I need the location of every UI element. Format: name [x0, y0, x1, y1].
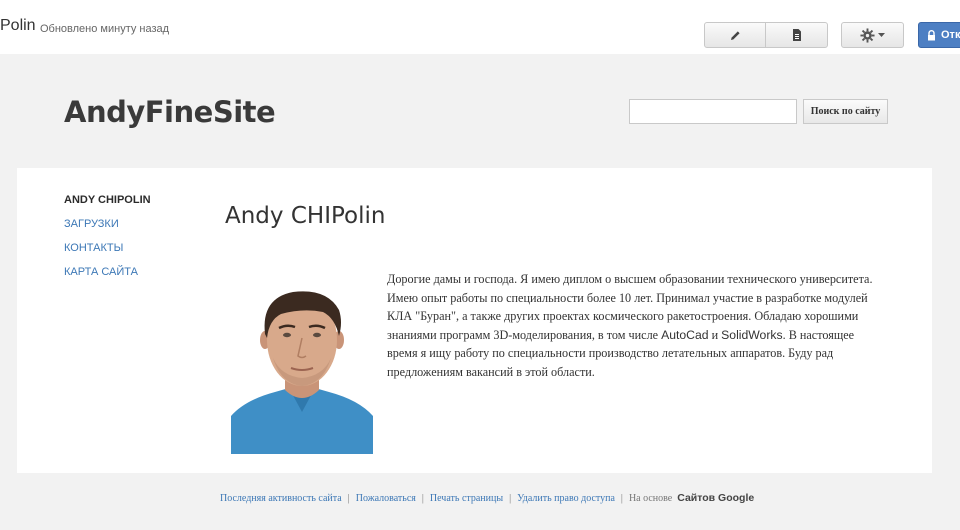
footer-google-sites-link[interactable]: Сайтов Google — [677, 492, 754, 504]
bio-conjunction: и — [708, 327, 722, 342]
site-name[interactable]: Polin — [0, 17, 36, 35]
chevron-down-icon — [878, 32, 885, 37]
pencil-icon — [730, 30, 740, 40]
share-button-label: Откр — [941, 29, 960, 41]
settings-button[interactable] — [841, 22, 904, 48]
new-page-button[interactable] — [765, 22, 828, 48]
footer-link-report-abuse[interactable]: Пожаловаться — [356, 493, 416, 504]
nav-item-sitemap[interactable]: КАРТА САЙТА — [64, 265, 151, 289]
portrait-image — [231, 288, 373, 454]
footer-based-on: На основе — [628, 493, 673, 504]
footer-link-remove-access[interactable]: Удалить право доступа — [517, 493, 615, 504]
footer-links: Последняя активность сайта | Пожаловаться |… — [220, 492, 755, 504]
footer-link-print-page[interactable]: Печать страницы — [430, 493, 503, 504]
nav-item-contacts[interactable]: КОНТАКТЫ — [64, 241, 151, 265]
bio-solidworks: SolidWorks — [721, 327, 783, 342]
nav-item-andy-chipolin[interactable]: ANDY CHIPOLIN — [64, 193, 151, 217]
admin-bar: Polin Обновлено минуту назад Отк — [0, 0, 960, 54]
nav-item-downloads[interactable]: ЗАГРУЗКИ — [64, 217, 151, 241]
document-icon — [792, 29, 801, 41]
bio-text: Дорогие дамы и господа. Я имею диплом о … — [387, 270, 887, 381]
lock-icon — [928, 29, 935, 40]
edit-page-button[interactable] — [704, 22, 766, 48]
gear-icon — [860, 27, 875, 43]
sidebar-nav: ANDY CHIPOLIN ЗАГРУЗКИ КОНТАКТЫ КАРТА СА… — [64, 193, 151, 289]
profile-photo — [231, 288, 373, 454]
search-input[interactable] — [629, 99, 797, 124]
share-button[interactable]: Откр — [918, 22, 960, 48]
search-button[interactable]: Поиск по сайту — [803, 99, 888, 124]
last-updated-text: Обновлено минуту назад — [40, 23, 170, 35]
footer-link-recent-activity[interactable]: Последняя активность сайта — [220, 493, 342, 504]
page-title: Andy CHIPolin — [225, 203, 386, 229]
main-content: ANDY CHIPOLIN ЗАГРУЗКИ КОНТАКТЫ КАРТА СА… — [17, 168, 932, 473]
bio-autocad: AutoCad — [661, 327, 709, 342]
site-title[interactable]: AndyFineSite — [64, 95, 276, 129]
